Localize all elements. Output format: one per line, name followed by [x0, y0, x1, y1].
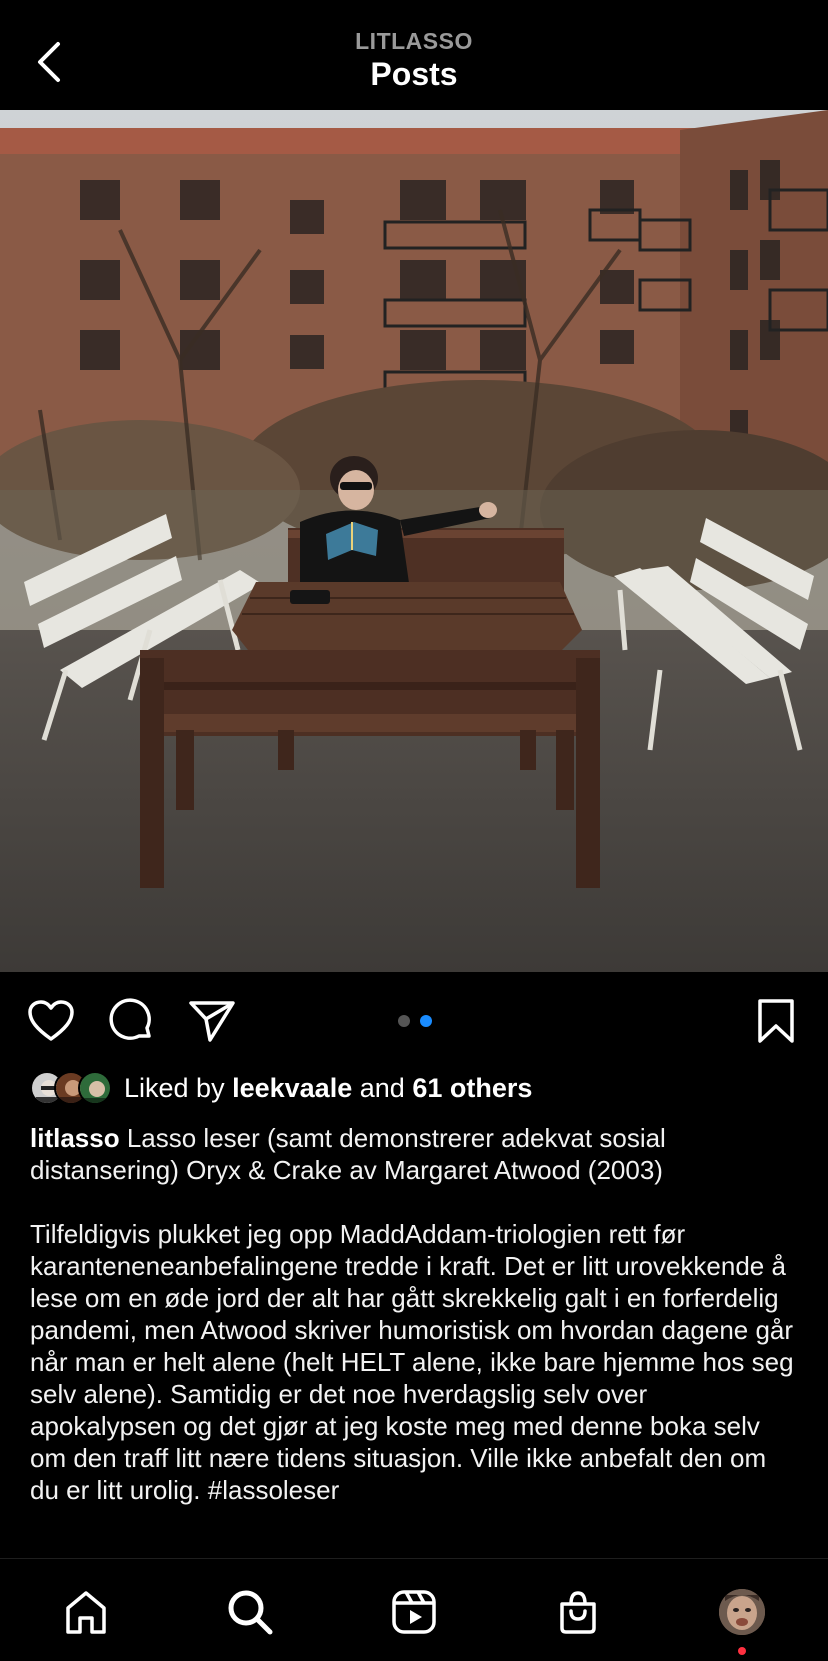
post-photo-illustration: [0, 110, 828, 972]
likes-row[interactable]: Liked by leekvaale and 61 others: [30, 1068, 532, 1108]
reels-icon: [392, 1590, 436, 1634]
nav-search[interactable]: [223, 1585, 277, 1639]
carousel-indicator: [398, 1015, 432, 1027]
post-action-bar: [0, 985, 828, 1055]
save-button[interactable]: [750, 995, 802, 1047]
liker-avatars: [30, 1071, 112, 1105]
search-icon: [228, 1590, 273, 1635]
caption-text: Lasso leser (samt demonstrerer adekvat s…: [30, 1123, 666, 1185]
likes-prefix: Liked by: [124, 1072, 225, 1103]
post-caption: litlasso Lasso leser (samt demonstrerer …: [30, 1122, 800, 1506]
page-title: Posts: [370, 56, 458, 92]
avatar: [78, 1071, 112, 1105]
home-icon: [66, 1591, 106, 1634]
bookmark-icon: [758, 999, 794, 1043]
likes-others[interactable]: 61 others: [412, 1073, 532, 1103]
share-button[interactable]: [186, 995, 238, 1047]
post-image[interactable]: [0, 110, 828, 972]
heart-icon: [28, 1000, 74, 1041]
comment-button[interactable]: [106, 995, 158, 1047]
caption-first: litlasso Lasso leser (samt demonstrerer …: [30, 1122, 800, 1186]
liker-username[interactable]: leekvaale: [232, 1073, 352, 1103]
shop-icon: [560, 1591, 596, 1634]
nav-shop[interactable]: [551, 1585, 605, 1639]
carousel-dot: [398, 1015, 410, 1027]
caption-username[interactable]: litlasso: [30, 1123, 120, 1153]
likes-summary: Liked by leekvaale and 61 others: [124, 1073, 532, 1104]
bottom-nav: [0, 1558, 828, 1661]
header-username[interactable]: LITLASSO: [0, 28, 828, 55]
profile-avatar: [719, 1589, 765, 1635]
nav-home[interactable]: [59, 1585, 113, 1639]
notification-dot: [738, 1647, 746, 1655]
nav-profile[interactable]: [715, 1585, 769, 1639]
comment-icon: [109, 998, 151, 1040]
send-icon: [189, 1001, 235, 1042]
top-bar: LITLASSO Posts: [0, 0, 828, 110]
caption-body: Tilfeldigvis plukket jeg opp MaddAddam-t…: [30, 1219, 794, 1505]
carousel-dot-active: [420, 1015, 432, 1027]
like-button[interactable]: [25, 995, 77, 1047]
likes-joiner: and: [359, 1072, 405, 1103]
nav-reels[interactable]: [387, 1585, 441, 1639]
